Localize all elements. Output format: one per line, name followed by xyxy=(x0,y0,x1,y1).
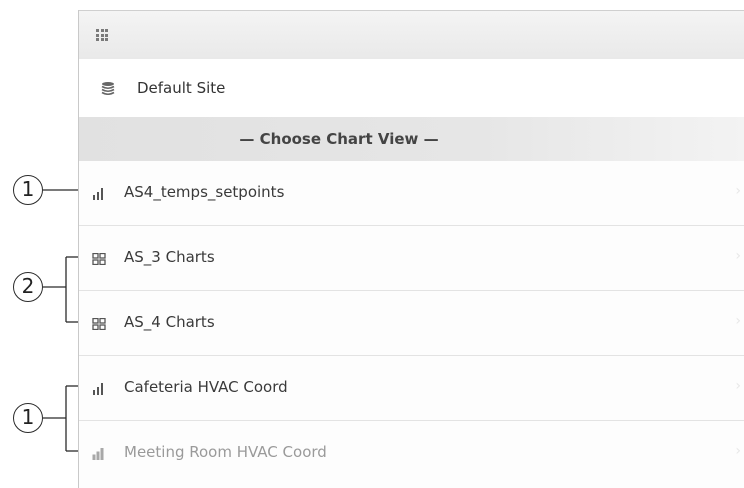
choose-chart-view-header[interactable]: — Choose Chart View — xyxy=(79,117,744,162)
site-label: Default Site xyxy=(137,79,226,97)
item-label: Meeting Room HVAC Coord xyxy=(124,443,327,461)
chart-view-item-meeting-room-hvac-coord[interactable]: Meeting Room HVAC Coord › xyxy=(79,421,744,488)
bar-chart-icon xyxy=(93,188,103,200)
dashboard-icon xyxy=(92,318,106,330)
chevron-right-icon: › xyxy=(735,313,741,329)
chevron-right-icon: › xyxy=(735,443,741,459)
item-label: AS_4 Charts xyxy=(124,313,215,331)
choose-chart-view-label: — Choose Chart View — xyxy=(239,130,439,148)
chevron-right-icon: › xyxy=(735,183,741,199)
grid-icon[interactable] xyxy=(96,29,108,41)
chart-view-item-as-3-charts[interactable]: AS_3 Charts › xyxy=(79,226,744,291)
site-selector[interactable]: Default Site xyxy=(79,59,744,118)
layers-icon xyxy=(101,82,115,95)
chevron-right-icon: › xyxy=(735,378,741,394)
dashboard-icon xyxy=(92,253,106,265)
chart-view-item-as-4-charts[interactable]: AS_4 Charts › xyxy=(79,291,744,356)
item-label: Cafeteria HVAC Coord xyxy=(124,378,288,396)
chart-view-item-as4-temps-setpoints[interactable]: AS4_temps_setpoints › xyxy=(79,161,744,226)
top-bar xyxy=(79,10,744,60)
bar-chart-icon xyxy=(92,448,104,460)
chart-view-panel: Default Site — Choose Chart View — AS4_t… xyxy=(78,10,744,488)
item-label: AS4_temps_setpoints xyxy=(124,183,285,201)
chart-view-item-cafeteria-hvac-coord[interactable]: Cafeteria HVAC Coord › xyxy=(79,356,744,421)
chevron-right-icon: › xyxy=(735,248,741,264)
bar-chart-icon xyxy=(93,383,103,395)
item-label: AS_3 Charts xyxy=(124,248,215,266)
